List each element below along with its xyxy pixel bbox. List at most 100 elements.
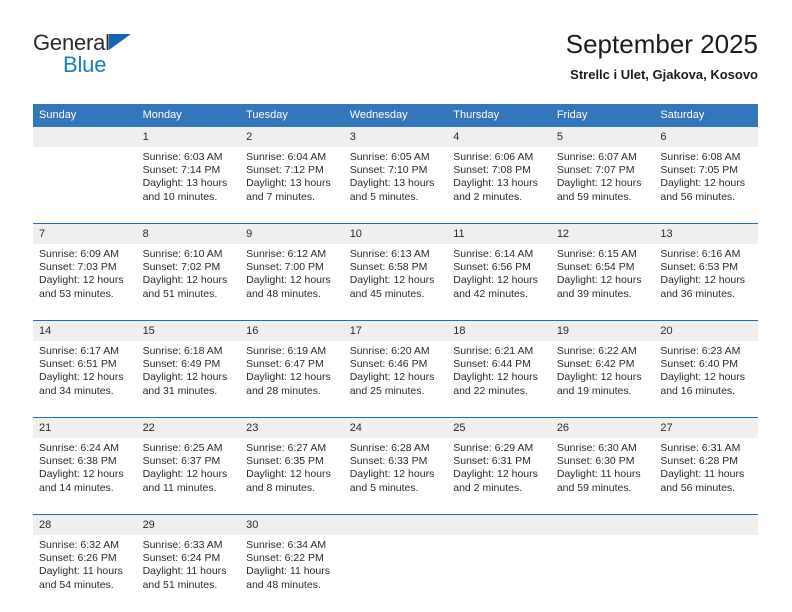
day-number-empty [550, 514, 655, 535]
day-cell[interactable]: Sunrise: 6:17 AM Sunset: 6:51 PM Daylight:… [33, 341, 137, 418]
day-cell[interactable]: Sunrise: 6:31 AM Sunset: 6:28 PM Daylight:… [654, 438, 758, 515]
day-cell[interactable]: Sunrise: 6:14 AM Sunset: 6:56 PM Daylight:… [447, 244, 551, 321]
weekday-header-tuesday: Tuesday [240, 104, 344, 127]
sunrise-text: Sunrise: 6:05 AM [349, 151, 430, 163]
daylight-text: Daylight: 12 hours and 16 minutes. [660, 371, 746, 397]
sunrise-text: Sunrise: 6:04 AM [246, 151, 327, 163]
day-cell[interactable]: Sunrise: 6:06 AM Sunset: 7:08 PM Daylight:… [447, 147, 551, 224]
sunset-text: Sunset: 7:07 PM [556, 164, 635, 177]
day-number[interactable]: 14 [33, 320, 137, 341]
day-cell[interactable]: Sunrise: 6:32 AM Sunset: 6:26 PM Daylight:… [33, 535, 137, 611]
day-number[interactable]: 6 [654, 127, 758, 147]
sunrise-text: Sunrise: 6:15 AM [556, 248, 637, 260]
daylight-text: Daylight: 11 hours and 51 minutes. [142, 565, 227, 591]
daylight-text: Daylight: 11 hours and 48 minutes. [246, 565, 330, 591]
day-cell[interactable]: Sunrise: 6:19 AM Sunset: 6:47 PM Daylight:… [240, 341, 344, 418]
day-number[interactable]: 12 [550, 223, 655, 244]
day-cell-empty [33, 147, 137, 224]
day-number-empty [447, 514, 551, 535]
day-cell[interactable]: Sunrise: 6:12 AM Sunset: 7:00 PM Daylight:… [240, 244, 344, 321]
day-cell[interactable]: Sunrise: 6:28 AM Sunset: 6:33 PM Daylight:… [343, 438, 448, 515]
daylight-text: Daylight: 11 hours and 54 minutes. [39, 565, 123, 591]
day-number[interactable]: 26 [550, 417, 655, 438]
day-number[interactable]: 30 [240, 514, 344, 535]
day-cell[interactable]: Sunrise: 6:30 AM Sunset: 6:30 PM Daylight:… [550, 438, 655, 515]
sunrise-text: Sunrise: 6:13 AM [349, 248, 430, 260]
day-number[interactable]: 13 [654, 223, 758, 244]
day-cell[interactable]: Sunrise: 6:16 AM Sunset: 6:53 PM Daylight:… [654, 244, 758, 321]
daylight-text: Daylight: 11 hours and 56 minutes. [660, 468, 745, 494]
day-number[interactable]: 27 [654, 417, 758, 438]
day-cell[interactable]: Sunrise: 6:03 AM Sunset: 7:14 PM Daylight:… [136, 147, 241, 224]
daylight-text: Daylight: 12 hours and 31 minutes. [142, 371, 228, 397]
day-cell[interactable]: Sunrise: 6:13 AM Sunset: 6:58 PM Daylight:… [343, 244, 448, 321]
day-number[interactable]: 7 [33, 223, 137, 244]
day-number[interactable]: 17 [343, 320, 448, 341]
day-number[interactable]: 25 [447, 417, 551, 438]
sunrise-text: Sunrise: 6:08 AM [660, 151, 741, 163]
day-cell[interactable]: Sunrise: 6:21 AM Sunset: 6:44 PM Daylight:… [447, 341, 551, 418]
day-cell[interactable]: Sunrise: 6:34 AM Sunset: 6:22 PM Daylight:… [240, 535, 344, 611]
sunset-text: Sunset: 6:35 PM [246, 455, 324, 468]
daylight-text: Daylight: 12 hours and 39 minutes. [556, 274, 642, 300]
sunrise-text: Sunrise: 6:31 AM [660, 442, 741, 454]
day-cell[interactable]: Sunrise: 6:15 AM Sunset: 6:54 PM Daylight:… [550, 244, 655, 321]
day-number[interactable]: 9 [240, 223, 344, 244]
day-number[interactable]: 29 [136, 514, 241, 535]
day-number[interactable]: 16 [240, 320, 344, 341]
day-number[interactable]: 11 [447, 223, 551, 244]
calendar-week-details: Sunrise: 6:32 AM Sunset: 6:26 PM Daylight:… [33, 535, 758, 611]
day-number[interactable]: 23 [240, 417, 344, 438]
day-number[interactable]: 20 [654, 320, 758, 341]
day-cell[interactable]: Sunrise: 6:29 AM Sunset: 6:31 PM Daylight:… [447, 438, 551, 515]
day-cell[interactable]: Sunrise: 6:25 AM Sunset: 6:37 PM Daylight:… [136, 438, 241, 515]
daylight-text: Daylight: 12 hours and 14 minutes. [39, 468, 124, 494]
day-number[interactable]: 3 [343, 127, 448, 147]
day-cell[interactable]: Sunrise: 6:09 AM Sunset: 7:03 PM Daylight:… [33, 244, 137, 321]
day-cell[interactable]: Sunrise: 6:22 AM Sunset: 6:42 PM Daylight:… [550, 341, 655, 418]
day-number[interactable]: 8 [136, 223, 241, 244]
day-cell[interactable]: Sunrise: 6:27 AM Sunset: 6:35 PM Daylight:… [240, 438, 344, 515]
day-cell[interactable]: Sunrise: 6:24 AM Sunset: 6:38 PM Daylight:… [33, 438, 137, 515]
sunrise-text: Sunrise: 6:32 AM [39, 539, 119, 551]
day-cell[interactable]: Sunrise: 6:05 AM Sunset: 7:10 PM Daylight:… [343, 147, 448, 224]
day-number[interactable]: 18 [447, 320, 551, 341]
day-cell[interactable]: Sunrise: 6:33 AM Sunset: 6:24 PM Daylight:… [136, 535, 241, 611]
calendar-table: Sunday Monday Tuesday Wednesday Thursday Frid… [33, 104, 758, 611]
day-cell[interactable]: Sunrise: 6:20 AM Sunset: 6:46 PM Daylight:… [343, 341, 448, 418]
sunrise-text: Sunrise: 6:23 AM [660, 345, 741, 357]
day-number[interactable]: 22 [136, 417, 241, 438]
day-number-empty [654, 514, 758, 535]
sunrise-text: Sunrise: 6:21 AM [453, 345, 534, 357]
sunrise-text: Sunrise: 6:27 AM [246, 442, 327, 454]
day-cell[interactable]: Sunrise: 6:23 AM Sunset: 6:40 PM Daylight:… [654, 341, 758, 418]
day-number[interactable]: 19 [550, 320, 655, 341]
day-cell[interactable]: Sunrise: 6:04 AM Sunset: 7:12 PM Daylight:… [240, 147, 344, 224]
daylight-text: Daylight: 12 hours and 22 minutes. [453, 371, 538, 397]
sunrise-text: Sunrise: 6:03 AM [142, 151, 223, 163]
day-number[interactable]: 2 [240, 127, 344, 147]
day-number[interactable]: 10 [343, 223, 448, 244]
calendar-week-numbers: 28 29 30 [33, 514, 758, 535]
calendar-page: General Blue September 2025 Strellc i Ul… [0, 0, 792, 612]
logo-text-general: General [33, 30, 110, 55]
sunrise-text: Sunrise: 6:07 AM [556, 151, 637, 163]
day-number[interactable]: 24 [343, 417, 448, 438]
day-number[interactable]: 1 [136, 127, 241, 147]
daylight-text: Daylight: 12 hours and 5 minutes. [349, 468, 435, 494]
sunset-text: Sunset: 7:14 PM [142, 164, 221, 177]
day-cell[interactable]: Sunrise: 6:10 AM Sunset: 7:02 PM Daylight:… [136, 244, 241, 321]
sunset-text: Sunset: 6:33 PM [349, 455, 428, 468]
day-cell[interactable]: Sunrise: 6:07 AM Sunset: 7:07 PM Daylight:… [550, 147, 655, 224]
day-number[interactable]: 4 [447, 127, 551, 147]
day-number[interactable]: 5 [550, 127, 655, 147]
sunset-text: Sunset: 6:37 PM [142, 455, 221, 468]
weekday-header-wednesday: Wednesday [343, 104, 448, 127]
day-number[interactable]: 28 [33, 514, 137, 535]
day-number[interactable]: 15 [136, 320, 241, 341]
sunrise-text: Sunrise: 6:28 AM [349, 442, 430, 454]
daylight-text: Daylight: 12 hours and 8 minutes. [246, 468, 331, 494]
day-number[interactable]: 21 [33, 417, 137, 438]
day-cell[interactable]: Sunrise: 6:08 AM Sunset: 7:05 PM Daylight:… [654, 147, 758, 224]
day-cell[interactable]: Sunrise: 6:18 AM Sunset: 6:49 PM Daylight:… [136, 341, 241, 418]
